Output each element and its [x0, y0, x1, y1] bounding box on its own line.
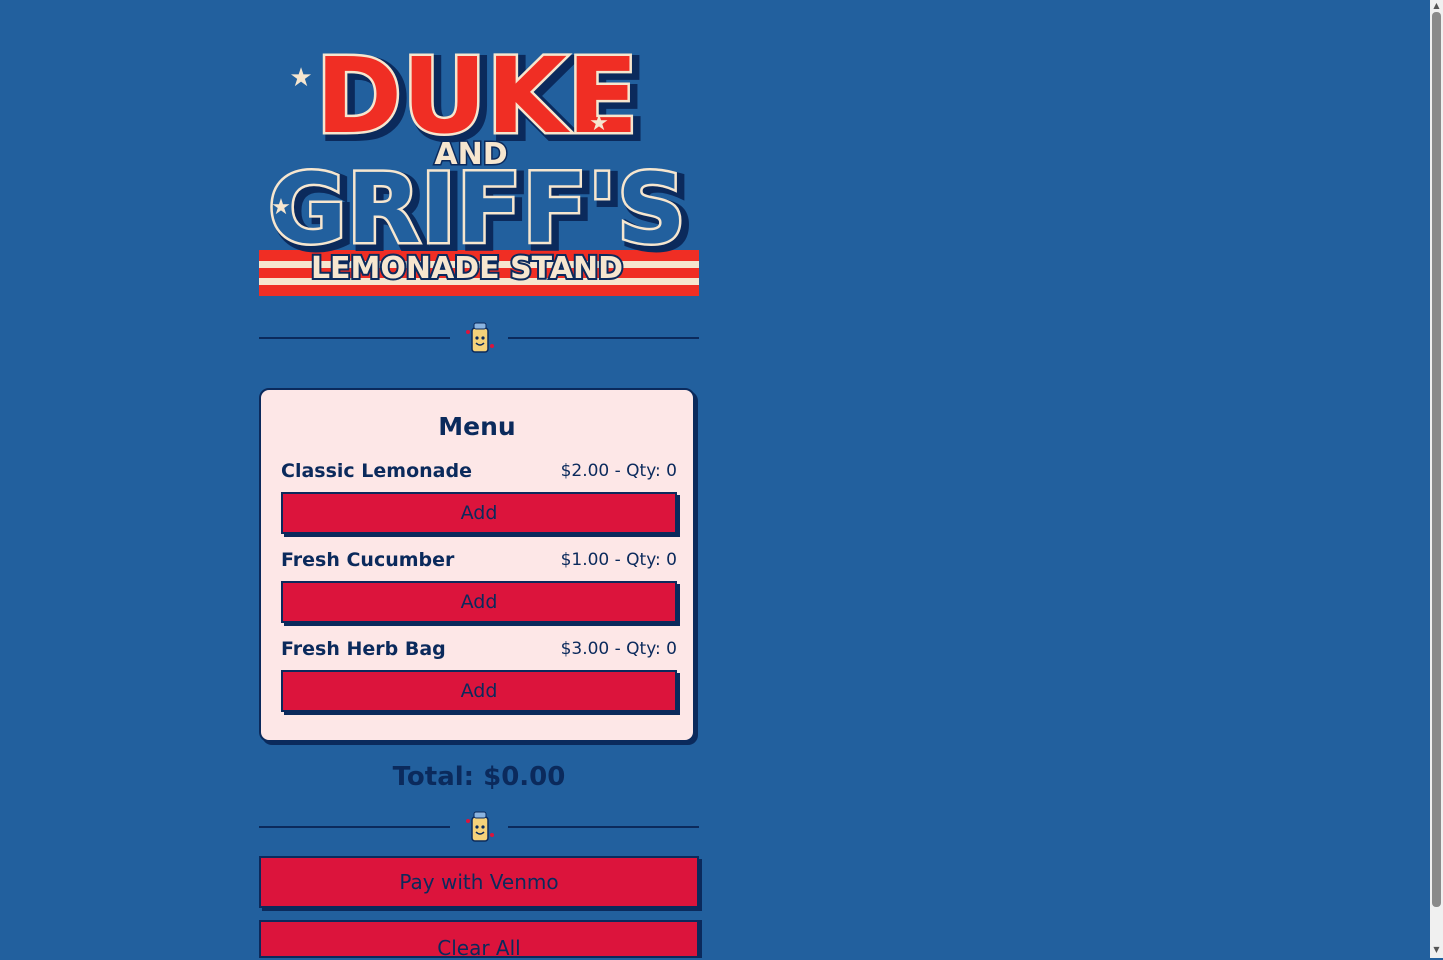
page-scrollbar[interactable]: ▲ ▼ — [1430, 0, 1443, 958]
divider-line-left — [259, 337, 450, 339]
item-price-qty: $2.00 - Qty: 0 — [560, 461, 677, 481]
lemonade-mascot-icon — [466, 322, 494, 353]
order-total: Total: $0.00 — [392, 762, 566, 792]
clear-all-button[interactable]: Clear All — [259, 920, 699, 960]
scroll-down-arrow-icon[interactable]: ▼ — [1432, 946, 1441, 954]
duke-and-griffs-logo: DUKE DUKE ★ ★ AND GRIFF'S GRIFF'S ★ LEMO… — [259, 33, 699, 296]
item-name: Classic Lemonade — [281, 460, 472, 482]
add-classic-lemonade-button[interactable]: Add — [281, 492, 677, 534]
svg-text:★: ★ — [289, 63, 312, 93]
section-divider — [259, 320, 699, 356]
section-divider — [259, 809, 699, 845]
divider-line-right — [508, 337, 699, 339]
menu-card: Menu Classic Lemonade $2.00 - Qty: 0 Add… — [259, 388, 695, 742]
pay-with-venmo-button[interactable]: Pay with Venmo — [259, 856, 699, 908]
scroll-up-arrow-icon[interactable]: ▲ — [1432, 2, 1441, 10]
item-name: Fresh Herb Bag — [281, 638, 446, 660]
scrollbar-thumb[interactable] — [1432, 12, 1441, 907]
item-name: Fresh Cucumber — [281, 549, 455, 571]
item-price-qty: $1.00 - Qty: 0 — [560, 550, 677, 570]
add-fresh-herb-bag-button[interactable]: Add — [281, 670, 677, 712]
svg-text:GRIFF'S: GRIFF'S — [268, 153, 686, 265]
item-price-qty: $3.00 - Qty: 0 — [560, 639, 677, 659]
svg-text:LEMONADE STAND: LEMONADE STAND — [311, 251, 623, 286]
svg-text:★: ★ — [271, 195, 291, 220]
svg-text:★: ★ — [589, 111, 609, 136]
divider-line-right — [508, 826, 699, 828]
add-fresh-cucumber-button[interactable]: Add — [281, 581, 677, 623]
divider-line-left — [259, 826, 450, 828]
menu-title: Menu — [438, 412, 516, 441]
lemonade-mascot-icon — [466, 811, 494, 842]
